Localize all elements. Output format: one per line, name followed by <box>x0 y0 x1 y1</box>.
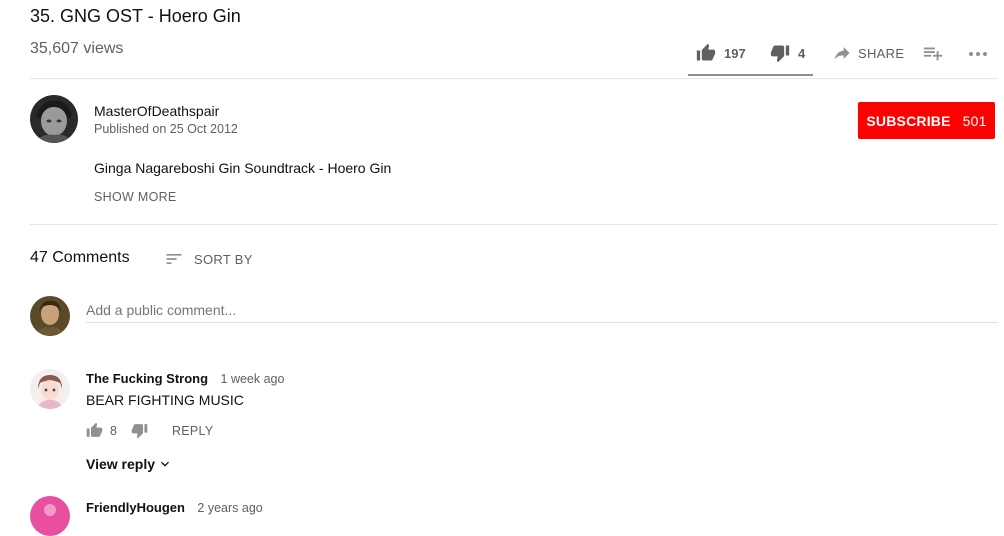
publish-date: Published on 25 Oct 2012 <box>94 122 238 136</box>
share-label: SHARE <box>858 45 905 61</box>
playlist-add-icon <box>923 47 943 61</box>
comment-like-button[interactable] <box>86 422 103 439</box>
commenter-avatar-image <box>30 369 70 409</box>
video-title: 35. GNG OST - Hoero Gin <box>30 6 241 26</box>
user-avatar <box>30 296 70 336</box>
comment-author[interactable]: FriendlyHougen <box>86 500 185 515</box>
sentiment-bar <box>688 74 813 76</box>
commenter-avatar[interactable] <box>30 496 70 536</box>
channel-avatar-image <box>30 95 78 143</box>
save-to-playlist-button[interactable] <box>922 40 944 66</box>
dislike-count: 4 <box>798 45 806 61</box>
comment-count: 47 Comments <box>30 249 130 266</box>
channel-name[interactable]: MasterOfDeathspair <box>94 103 219 119</box>
subscriber-count: 501 <box>962 112 987 129</box>
thumbs-down-icon <box>770 45 790 63</box>
comment-time[interactable]: 1 week ago <box>221 372 285 386</box>
video-description: Ginga Nagareboshi Gin Soundtrack - Hoero… <box>94 160 392 176</box>
comment-like-count: 8 <box>110 423 117 438</box>
thumbs-up-icon <box>86 422 103 437</box>
thumbs-down-icon <box>131 424 148 439</box>
view-reply-label: View reply <box>86 456 156 472</box>
subscribe-label: SUBSCRIBE <box>866 112 951 129</box>
sort-by-label: SORT BY <box>194 251 253 267</box>
divider <box>30 224 998 225</box>
more-actions-button[interactable] <box>966 40 990 66</box>
add-comment-input[interactable] <box>86 298 998 323</box>
comment-author[interactable]: The Fucking Strong <box>86 371 208 386</box>
comment-dislike-button[interactable] <box>131 422 148 439</box>
comment-text: BEAR FIGHTING MUSIC <box>86 392 244 408</box>
channel-avatar[interactable] <box>30 95 78 143</box>
comment-header: FriendlyHougen 2 years ago <box>86 499 263 517</box>
commenter-avatar-image <box>30 496 70 536</box>
like-button[interactable]: 197 <box>696 40 746 66</box>
like-count: 197 <box>724 45 746 61</box>
share-button[interactable]: SHARE <box>832 40 904 66</box>
show-more-button[interactable]: SHOW MORE <box>94 190 177 204</box>
comment-time[interactable]: 2 years ago <box>197 501 262 515</box>
thumbs-up-icon <box>696 43 716 61</box>
chevron-down-icon <box>161 461 170 467</box>
subscribe-button[interactable]: SUBSCRIBE 501 <box>858 102 995 139</box>
comment-reply-button[interactable]: REPLY <box>172 424 214 438</box>
share-arrow-icon <box>834 47 850 60</box>
more-horizontal-icon <box>969 52 987 56</box>
view-count: 35,607 views <box>30 40 124 57</box>
divider <box>30 78 998 79</box>
sort-icon <box>166 254 182 264</box>
commenter-avatar[interactable] <box>30 369 70 409</box>
view-reply-button[interactable]: View reply <box>86 456 173 472</box>
comment-actions: 8 REPLY <box>86 422 214 439</box>
comment-header: The Fucking Strong 1 week ago <box>86 370 284 388</box>
dislike-button[interactable]: 4 <box>770 40 805 66</box>
sort-by-button[interactable]: SORT BY <box>164 249 253 269</box>
video-actions: 197 4 SHARE <box>688 40 998 76</box>
user-avatar-image <box>30 296 70 336</box>
